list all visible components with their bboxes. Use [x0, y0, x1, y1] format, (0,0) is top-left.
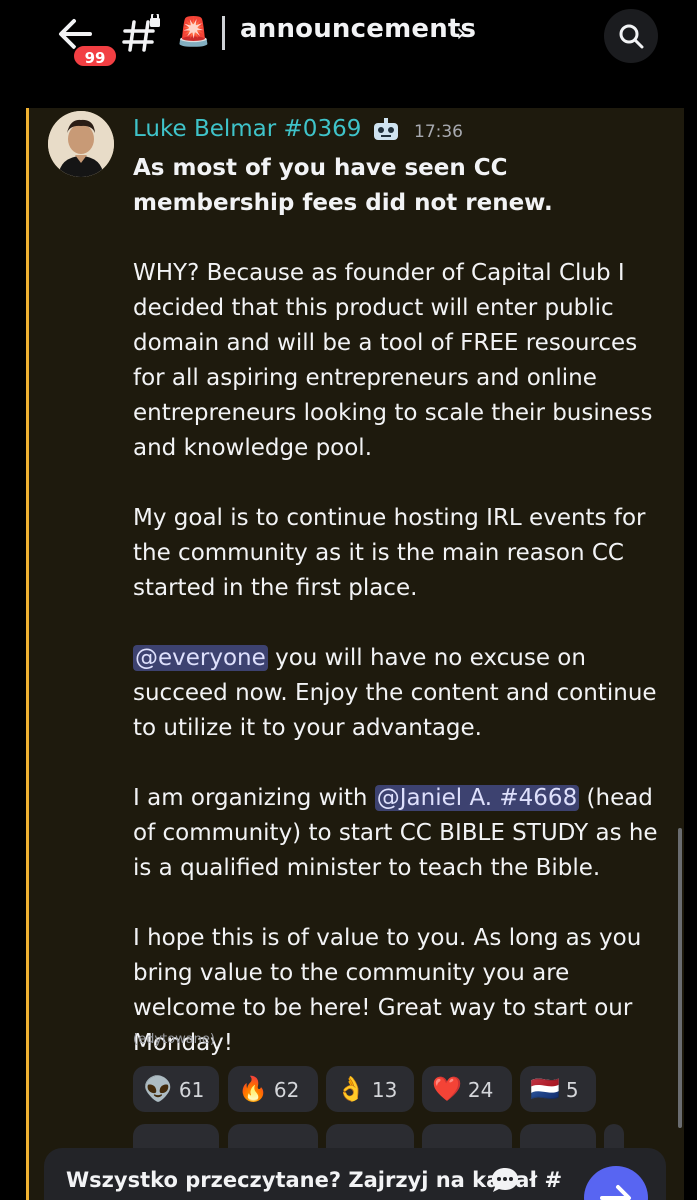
reaction-ok-hand[interactable]: 👌 13 — [326, 1066, 414, 1112]
header-divider — [222, 16, 225, 50]
message-body: As most of you have seen CC membership f… — [133, 151, 673, 1096]
message-headline: As most of you have seen CC membership f… — [133, 155, 553, 216]
fire-icon: 🔥 — [238, 1075, 268, 1103]
channel-name[interactable]: announcements — [240, 14, 476, 44]
reaction-count: 62 — [273, 1078, 300, 1102]
reaction-flag-netherlands[interactable]: 🇳🇱 5 — [520, 1066, 596, 1112]
scrollbar[interactable] — [678, 828, 682, 1128]
netherlands-flag-icon: 🇳🇱 — [530, 1075, 560, 1103]
message-paragraph: @everyone you will have no excuse on suc… — [133, 641, 673, 746]
speech-bubble-icon — [492, 1168, 518, 1192]
ok-hand-icon: 👌 — [336, 1075, 366, 1103]
arrow-right-icon — [600, 1185, 631, 1200]
reaction-count: 24 — [467, 1078, 494, 1102]
reaction-alien[interactable]: 👽 61 — [133, 1066, 219, 1112]
message-author[interactable]: Luke Belmar #0369 — [133, 116, 361, 142]
message-timestamp: 17:36 — [414, 122, 463, 142]
search-icon — [619, 24, 644, 49]
channel-header: 99 🚨 announcements › — [0, 0, 697, 80]
avatar[interactable] — [48, 111, 114, 177]
message-paragraph: WHY? Because as founder of Capital Club … — [133, 260, 653, 461]
mention-user[interactable]: @Janiel A. #4668 — [374, 785, 580, 811]
reaction-heart[interactable]: ❤️ 24 — [422, 1066, 512, 1112]
chevron-right-icon[interactable]: › — [456, 18, 466, 48]
unread-badge: 99 — [72, 44, 118, 68]
mention-everyone[interactable]: @everyone — [133, 645, 268, 671]
message-paragraph: My goal is to continue hosting IRL event… — [133, 505, 646, 601]
search-button[interactable] — [604, 9, 658, 63]
reaction-fire[interactable]: 🔥 62 — [228, 1066, 318, 1112]
heart-icon: ❤️ — [432, 1075, 462, 1103]
toast-text: Wszystko przeczytane? Zajrzyj na kanał # — [66, 1168, 563, 1192]
edited-label: (edytowane) — [133, 1032, 215, 1047]
locked-channel-icon — [122, 14, 160, 52]
reaction-count: 5 — [565, 1078, 579, 1102]
reaction-count: 61 — [178, 1078, 205, 1102]
reaction-count: 13 — [371, 1078, 398, 1102]
paragraph-text: I am organizing with — [133, 785, 375, 811]
avatar-image — [48, 111, 114, 177]
siren-icon: 🚨 — [176, 15, 211, 48]
message-paragraph: I am organizing with @Janiel A. #4668 (h… — [133, 781, 673, 886]
alien-icon: 👽 — [143, 1075, 173, 1103]
bot-role-icon — [374, 118, 398, 140]
